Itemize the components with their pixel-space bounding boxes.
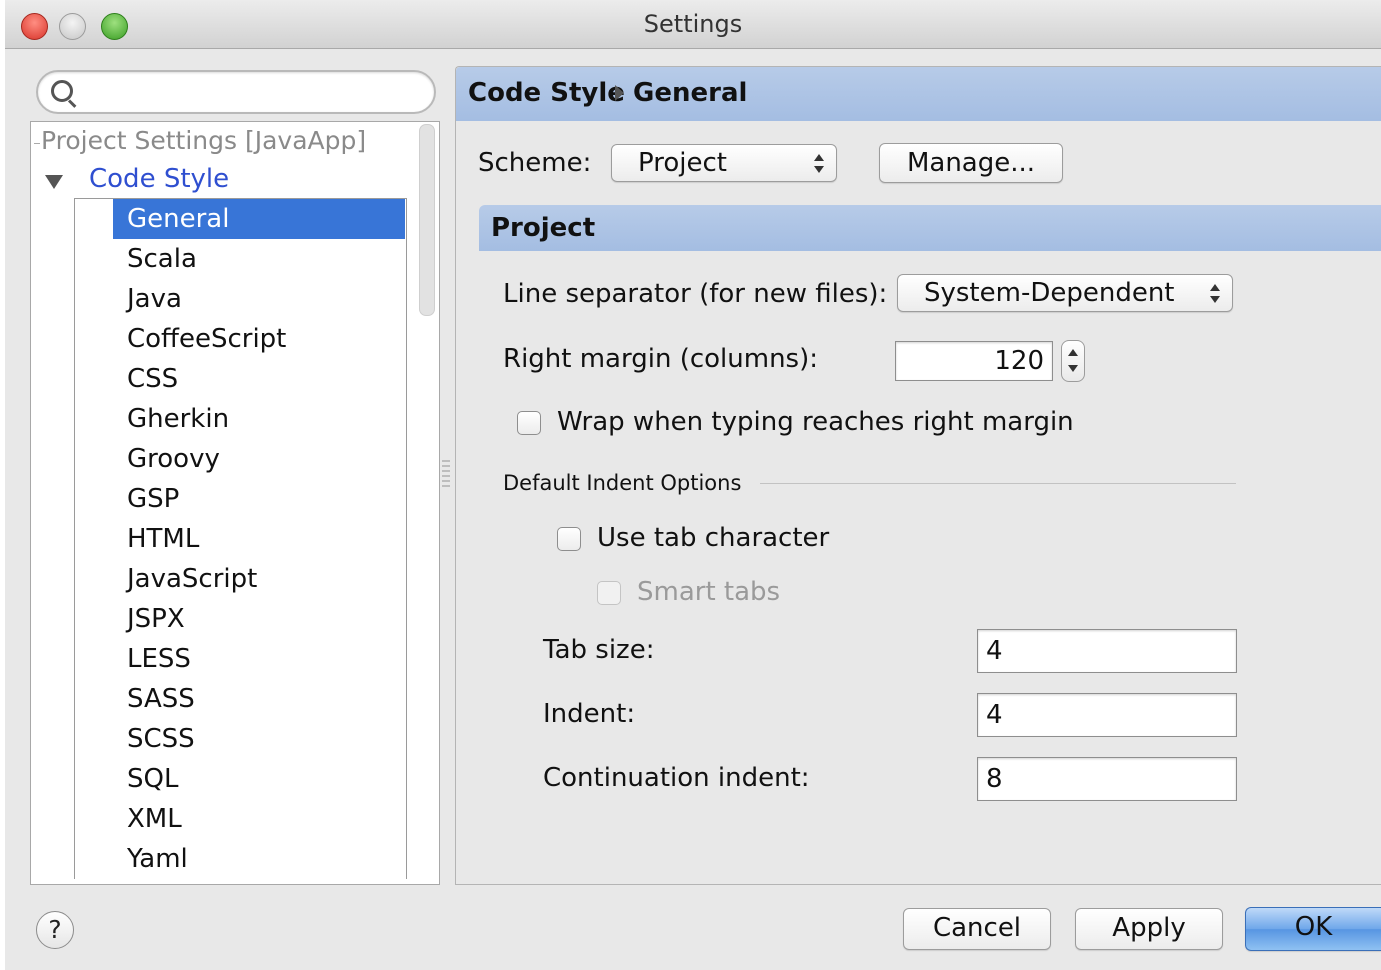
tree-item-coffeescript[interactable]: CoffeeScript [113, 319, 405, 359]
tree-item-gherkin[interactable]: Gherkin [113, 399, 405, 439]
search-icon [51, 80, 73, 102]
cancel-button[interactable]: Cancel [903, 908, 1051, 950]
project-section-title: Project [491, 213, 596, 243]
line-separator-select[interactable]: System-Dependent [897, 274, 1233, 312]
scheme-select-value: Project [638, 148, 727, 178]
smart-tabs-label: Smart tabs [637, 577, 781, 607]
breadcrumb-separator-icon [615, 85, 624, 101]
right-margin-label: Right margin (columns): [503, 344, 818, 374]
wrap-checkbox[interactable] [517, 411, 541, 435]
breadcrumb-parent: Code Style [468, 78, 625, 108]
tree-item-scala[interactable]: Scala [113, 239, 405, 279]
use-tab-checkbox[interactable] [557, 527, 581, 551]
stepper-down-icon[interactable] [1068, 365, 1078, 372]
splitter-handle[interactable] [442, 460, 450, 490]
project-settings-header: Project Settings [JavaApp] [41, 126, 367, 155]
code-style-general-panel: Code Style General Scheme: Project Manag… [455, 66, 1381, 885]
project-section-header: Project [479, 205, 1381, 251]
right-margin-input[interactable]: 120 [895, 341, 1053, 381]
window-title: Settings [643, 10, 743, 38]
manage-button[interactable]: Manage... [879, 143, 1063, 183]
tree-item-sass[interactable]: SASS [113, 679, 405, 719]
settings-window: Settings Project Settings [JavaApp] Code… [5, 0, 1381, 970]
tree-item-xml[interactable]: XML [113, 799, 405, 839]
tree-item-java[interactable]: Java [113, 279, 405, 319]
tree-item-html[interactable]: HTML [113, 519, 405, 559]
select-arrows-icon [1210, 284, 1220, 304]
tree-item-jspx[interactable]: JSPX [113, 599, 405, 639]
line-separator-label: Line separator (for new files): [503, 279, 888, 309]
apply-button[interactable]: Apply [1075, 908, 1223, 950]
title-bar: Settings [5, 0, 1381, 49]
right-margin-stepper[interactable] [1061, 340, 1085, 382]
tree-item-general[interactable]: General [113, 199, 405, 239]
code-style-children: General Scala Java CoffeeScript CSS Gher… [74, 198, 407, 879]
settings-tree[interactable]: Project Settings [JavaApp] Code Style Ge… [30, 121, 440, 885]
tree-item-sql[interactable]: SQL [113, 759, 405, 799]
tree-item-javascript[interactable]: JavaScript [113, 559, 405, 599]
tree-item-yaml[interactable]: Yaml [113, 839, 405, 879]
continuation-indent-label: Continuation indent: [543, 763, 810, 793]
breadcrumb: Code Style General [456, 67, 1381, 121]
wrap-checkbox-label[interactable]: Wrap when typing reaches right margin [557, 407, 1074, 437]
tree-node-code-style-label: Code Style [89, 164, 230, 194]
tree-header-dash [34, 143, 40, 144]
scheme-label: Scheme: [478, 148, 592, 178]
tab-size-input[interactable]: 4 [977, 629, 1237, 673]
tab-size-label: Tab size: [543, 635, 655, 665]
help-button[interactable]: ? [36, 911, 74, 949]
use-tab-label[interactable]: Use tab character [597, 523, 829, 553]
stepper-up-icon[interactable] [1068, 349, 1078, 356]
tree-scrollbar[interactable] [419, 124, 435, 316]
search-input[interactable] [36, 70, 436, 114]
tree-item-less[interactable]: LESS [113, 639, 405, 679]
tree-item-css[interactable]: CSS [113, 359, 405, 399]
ok-button[interactable]: OK [1245, 907, 1381, 951]
tree-expand-arrow-icon[interactable] [45, 175, 63, 189]
continuation-indent-input[interactable]: 8 [977, 757, 1237, 801]
select-arrows-icon [814, 154, 824, 174]
indent-input[interactable]: 4 [977, 693, 1237, 737]
indent-options-group-title: Default Indent Options [503, 471, 742, 495]
breadcrumb-current: General [633, 78, 748, 108]
tree-item-gsp[interactable]: GSP [113, 479, 405, 519]
tree-item-scss[interactable]: SCSS [113, 719, 405, 759]
group-separator [760, 483, 1236, 484]
scheme-select[interactable]: Project [611, 144, 837, 182]
line-separator-value: System-Dependent [924, 278, 1175, 308]
smart-tabs-checkbox [597, 581, 621, 605]
indent-label: Indent: [543, 699, 636, 729]
tree-item-groovy[interactable]: Groovy [113, 439, 405, 479]
